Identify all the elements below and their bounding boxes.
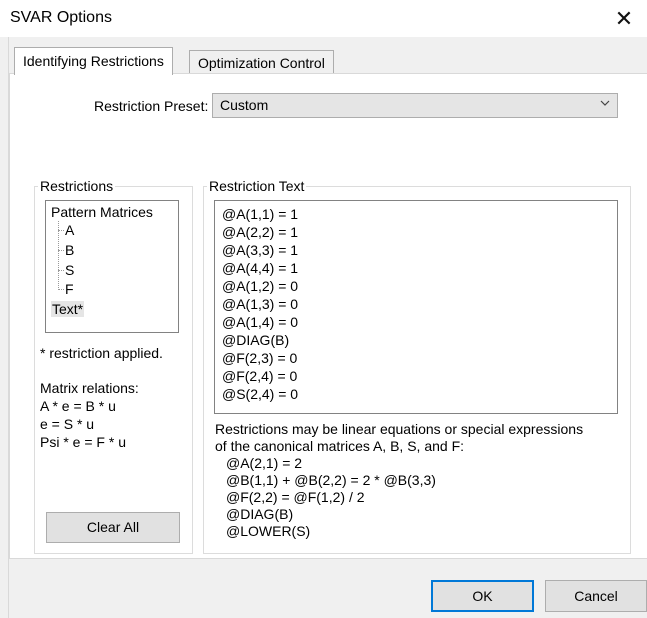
restriction-line: @F(2,3) = 0 [222, 350, 298, 366]
cancel-button[interactable]: Cancel [545, 580, 647, 612]
restriction-preset-value: Custom [220, 97, 269, 113]
restrictions-tree[interactable]: Pattern Matrices A B S F Text* [45, 200, 179, 333]
restriction-line: @A(3,3) = 1 [222, 242, 299, 258]
restriction-line: @A(2,2) = 1 [222, 224, 299, 240]
restriction-line: @DIAG(B) [222, 332, 290, 348]
tree-connector [58, 289, 64, 290]
matrix-relation: e = S * u [40, 416, 95, 432]
help-example: @B(1,1) + @B(2,2) = 2 * @B(3,3) [226, 472, 436, 488]
help-example: @LOWER(S) [226, 523, 311, 539]
help-example: @A(2,1) = 2 [226, 455, 303, 471]
tree-connector [58, 270, 64, 271]
window-title: SVAR Options [10, 9, 112, 26]
help-text: Restrictions may be linear equations or … [215, 421, 584, 437]
restriction-line: @S(2,4) = 0 [222, 386, 299, 402]
restriction-line: @A(1,1) = 1 [222, 206, 299, 222]
restriction-line: @F(2,4) = 0 [222, 368, 298, 384]
tree-item-b[interactable]: B [65, 242, 74, 258]
restrictions-group-title: Restrictions [38, 178, 116, 194]
restriction-text-group-title: Restriction Text [207, 178, 307, 194]
tab-optimization-control[interactable]: Optimization Control [189, 50, 334, 75]
tree-item-s[interactable]: S [65, 262, 74, 278]
close-icon[interactable]: ✕ [601, 0, 647, 37]
restriction-line: @A(1,2) = 0 [222, 278, 299, 294]
ok-button[interactable]: OK [431, 580, 534, 612]
restriction-applied-note: * restriction applied. [40, 345, 163, 361]
restriction-text-editor[interactable]: @A(1,1) = 1 @A(2,2) = 1 @A(3,3) = 1 @A(4… [214, 200, 618, 414]
restriction-line: @A(1,3) = 0 [222, 296, 299, 312]
tree-connector [58, 221, 59, 290]
restriction-preset-label: Restriction Preset: [94, 98, 209, 114]
matrix-relation: A * e = B * u [40, 398, 116, 414]
tree-root-pattern-matrices[interactable]: Pattern Matrices [51, 204, 153, 220]
restriction-line: @A(1,4) = 0 [222, 314, 299, 330]
restriction-preset-dropdown[interactable]: Custom [212, 93, 618, 118]
matrix-relation: Psi * e = F * u [40, 434, 126, 450]
tab-identifying-restrictions[interactable]: Identifying Restrictions [14, 47, 173, 75]
chevron-down-icon [600, 100, 610, 106]
tree-item-a[interactable]: A [65, 222, 74, 238]
help-example: @F(2,2) = @F(1,2) / 2 [226, 489, 365, 505]
help-example: @DIAG(B) [226, 506, 294, 522]
matrix-relations-title: Matrix relations: [40, 380, 139, 396]
help-text: of the canonical matrices A, B, S, and F… [215, 438, 465, 454]
tree-connector [58, 230, 64, 231]
tree-connector [58, 250, 64, 251]
title-bar: SVAR Options ✕ [0, 0, 647, 37]
restriction-line: @A(4,4) = 1 [222, 260, 299, 276]
tree-item-f[interactable]: F [65, 281, 74, 297]
clear-all-button[interactable]: Clear All [46, 512, 180, 543]
tree-item-text[interactable]: Text* [51, 301, 85, 317]
